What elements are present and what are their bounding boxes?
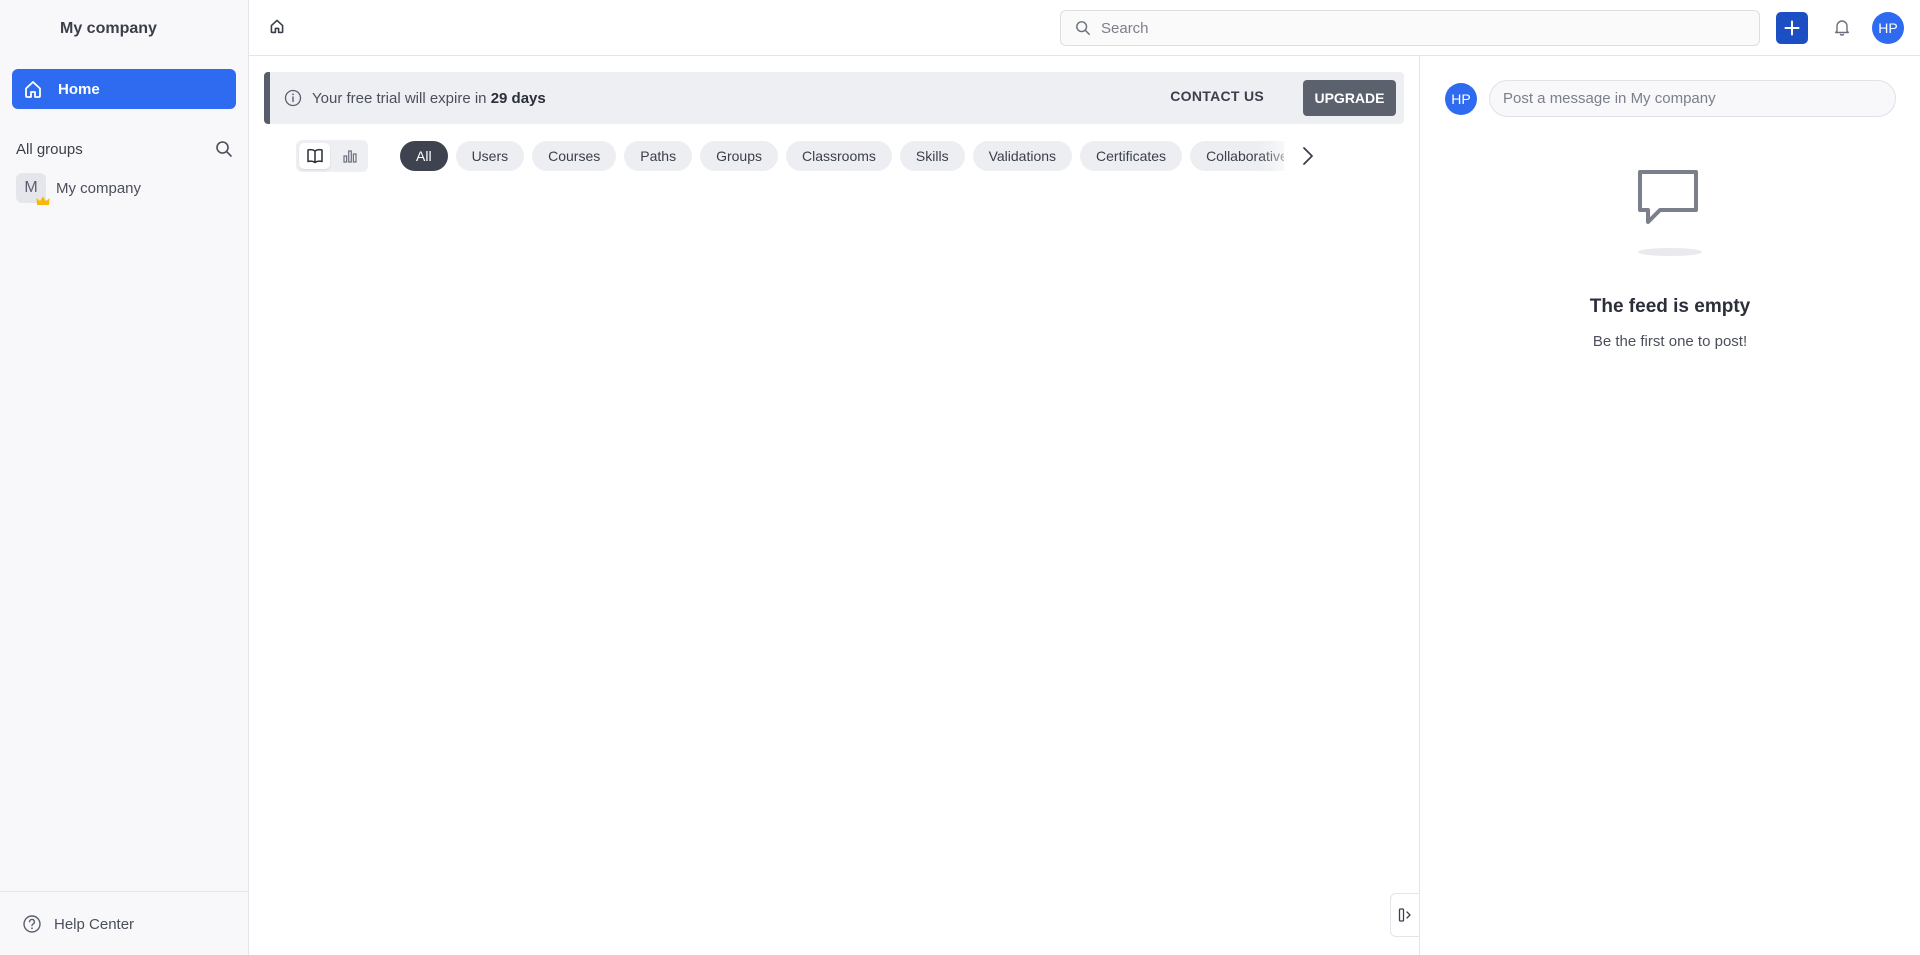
book-icon <box>306 148 323 164</box>
chip-classrooms[interactable]: Classrooms <box>786 141 892 171</box>
user-avatar[interactable]: HP <box>1872 12 1904 44</box>
upgrade-button[interactable]: UPGRADE <box>1303 80 1396 116</box>
contact-us-button[interactable]: CONTACT US <box>1170 88 1264 104</box>
sidebar-footer: Help Center <box>0 891 248 955</box>
bell-icon[interactable] <box>1832 17 1852 37</box>
feed-empty-title: The feed is empty <box>1589 296 1751 317</box>
chip-groups[interactable]: Groups <box>700 141 778 171</box>
post-message-input[interactable] <box>1489 80 1896 117</box>
org-name: My company <box>60 20 157 37</box>
help-center-label: Help Center <box>54 915 135 933</box>
global-search <box>1060 10 1760 46</box>
search-icon[interactable] <box>214 139 234 159</box>
chip-certificates[interactable]: Certificates <box>1080 141 1183 171</box>
home-icon[interactable] <box>269 18 287 36</box>
collapse-feed-button[interactable] <box>1390 893 1420 937</box>
groups-title: All groups <box>16 140 83 158</box>
chevron-right-icon[interactable] <box>1298 145 1318 167</box>
plus-icon <box>1784 20 1800 36</box>
empty-shadow <box>1638 248 1702 256</box>
book-view-button[interactable] <box>299 143 330 169</box>
trial-days: 29 days <box>490 89 546 107</box>
chip-validations[interactable]: Validations <box>972 141 1073 171</box>
create-button[interactable] <box>1776 12 1808 44</box>
top-bar: HP <box>249 0 1920 56</box>
home-icon <box>22 78 44 100</box>
user-avatar: HP <box>1445 83 1477 115</box>
search-input[interactable] <box>1101 19 1701 37</box>
group-avatar: M <box>16 173 50 205</box>
groups-header: All groups <box>16 138 234 160</box>
chip-all[interactable]: All <box>400 141 448 171</box>
info-icon <box>284 89 302 107</box>
trial-banner: Your free trial will expire in 29 days C… <box>264 72 1404 124</box>
help-icon <box>23 915 41 933</box>
crown-icon <box>36 196 50 205</box>
chip-collaborative[interactable]: Collaborative <box>1190 141 1284 171</box>
chip-users[interactable]: Users <box>455 141 525 171</box>
filter-chips: All Users Courses Paths Groups Classroom… <box>400 141 1284 171</box>
chip-skills[interactable]: Skills <box>899 141 965 171</box>
search-icon <box>1076 21 1090 35</box>
sidebar: My company Home All groups M My company … <box>0 0 249 955</box>
group-item-my-company[interactable]: M My company <box>16 173 142 205</box>
feed-empty-subtitle: Be the first one to post! <box>1592 333 1748 350</box>
chip-courses[interactable]: Courses <box>532 141 617 171</box>
sidebar-item-home[interactable]: Home <box>12 69 236 109</box>
group-name: My company <box>56 179 142 197</box>
bar-chart-icon <box>342 150 357 163</box>
view-toggle <box>296 140 368 172</box>
sidebar-item-label: Home <box>58 80 100 98</box>
panel-collapse-icon <box>1398 908 1411 922</box>
trial-text: Your free trial will expire in 29 days <box>312 89 546 107</box>
feed-panel: HP The feed is empty Be the first one to… <box>1419 56 1920 955</box>
help-center-link[interactable]: Help Center <box>22 914 134 934</box>
chat-bubble-icon <box>1638 170 1698 224</box>
chip-paths[interactable]: Paths <box>624 141 693 171</box>
stats-view-button[interactable] <box>334 143 365 169</box>
